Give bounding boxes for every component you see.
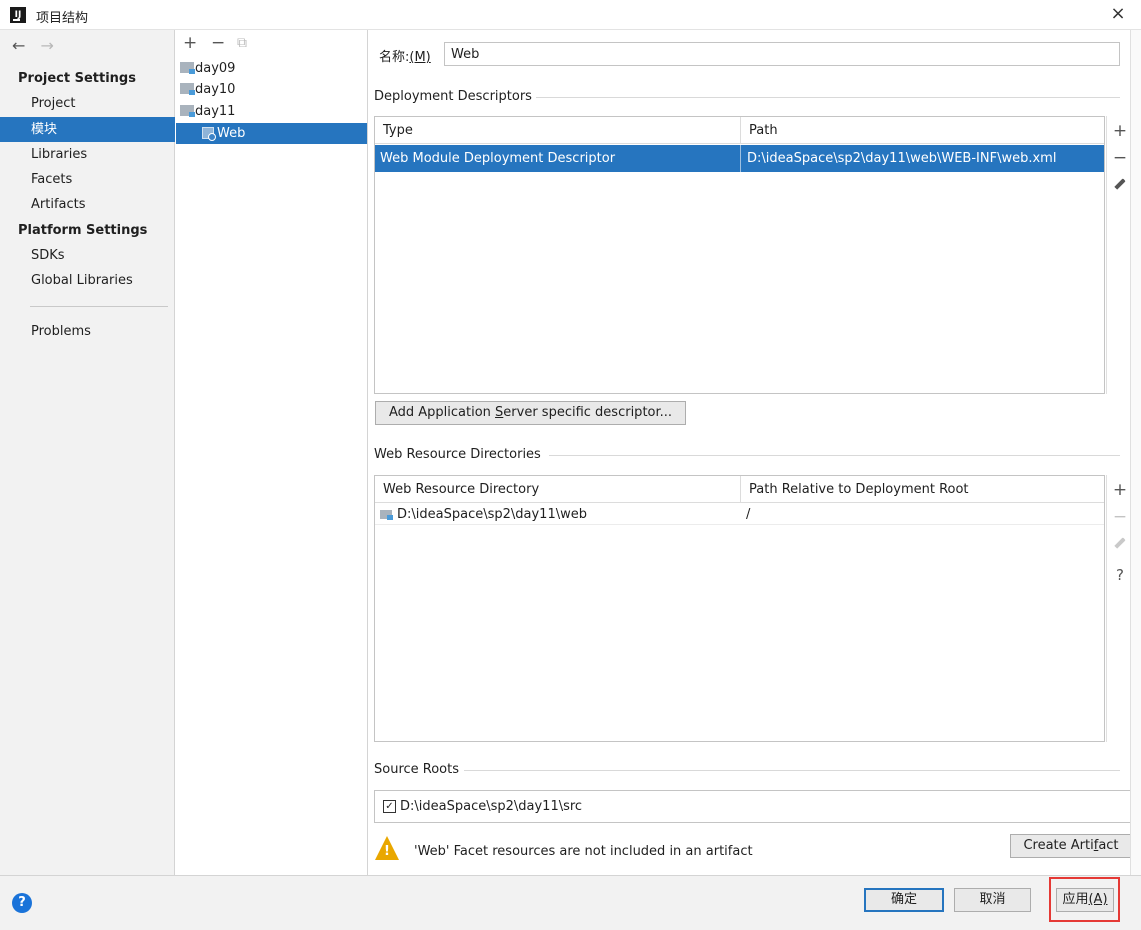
name-input[interactable] [444,42,1120,66]
descriptor-type-cell: Web Module Deployment Descriptor [380,151,616,166]
column-header-relative-path[interactable]: Path Relative to Deployment Root [740,476,1104,503]
sidebar-item-problems[interactable]: Problems [0,319,175,344]
column-header-web-resource-directory[interactable]: Web Resource Directory [375,476,740,503]
source-roots-list: ✓ D:\ideaSpace\sp2\day11\src [374,790,1132,823]
window-title: 项目结构 [36,11,89,26]
deployment-toolbar: + − [1106,116,1132,394]
dialog-footer: ? 确定 取消 应用(A) [0,875,1141,930]
table-row[interactable]: D:\ideaSpace\sp2\day11\web / [375,504,1104,525]
module-tree-panel: + − ⧉ day09 day10 day11 Web [175,30,368,875]
section-divider [464,770,1120,771]
apply-highlight-box [1049,877,1120,922]
navigation-arrows: ← → [12,36,64,55]
web-resource-toolbar: + − ? [1106,475,1132,742]
sidebar-item-modules[interactable]: 模块 [0,117,175,142]
deployment-descriptors-title: Deployment Descriptors [374,89,532,104]
sidebar-divider [30,306,168,307]
section-divider [549,455,1120,456]
sidebar-item-libraries[interactable]: Libraries [0,142,175,167]
warning-exclamation: ! [384,844,390,859]
web-facet-icon [202,127,216,141]
table-header: Type Path [375,117,1104,144]
tree-toolbar: + − ⧉ [175,30,368,56]
tree-item-day11[interactable]: day11 [180,101,235,122]
descriptor-path-cell: D:\ideaSpace\sp2\day11\web\WEB-INF\web.x… [740,145,1104,172]
tree-item-label: day11 [195,104,236,119]
tree-item-web-facet[interactable]: Web [176,123,367,144]
sidebar-item-artifacts[interactable]: Artifacts [0,192,175,217]
sidebar-item-project[interactable]: Project [0,91,175,116]
background-window-edge [1130,30,1141,875]
create-artifact-button[interactable]: Create Artifact [1010,834,1132,858]
sidebar-item-sdks[interactable]: SDKs [0,243,175,268]
help-icon[interactable]: ? [12,893,32,913]
source-roots-title: Source Roots [374,762,460,777]
sidebar-item-global-libraries[interactable]: Global Libraries [0,268,175,293]
column-header-type[interactable]: Type [375,117,740,144]
close-button[interactable]: × [1095,0,1141,30]
tree-item-label: day09 [195,61,236,76]
remove-icon[interactable]: − [211,33,225,53]
tree-item-day10[interactable]: day10 [180,79,235,100]
warning-message: 'Web' Facet resources are not included i… [414,844,753,859]
ok-button[interactable]: 确定 [864,888,944,912]
facet-settings-panel: 名称:(M) Deployment Descriptors Type Path … [369,30,1141,875]
web-resource-directories-title: Web Resource Directories [374,447,541,462]
deployment-descriptors-table: Type Path Web Module Deployment Descript… [374,116,1105,394]
module-folder-icon [180,62,195,74]
forward-arrow-icon[interactable]: → [41,36,54,55]
source-root-path: D:\ideaSpace\sp2\day11\src [400,799,583,814]
pencil-icon [1114,537,1126,549]
web-resource-directory-cell: D:\ideaSpace\sp2\day11\web [375,504,740,525]
cancel-button[interactable]: 取消 [954,888,1031,912]
back-arrow-icon[interactable]: ← [12,36,25,55]
pencil-icon [1114,178,1126,190]
tree-item-label: Web [217,126,246,141]
platform-settings-heading: Platform Settings [18,223,148,238]
section-divider [536,97,1120,98]
table-header: Web Resource Directory Path Relative to … [375,476,1104,503]
module-folder-icon [180,83,195,95]
column-header-path[interactable]: Path [740,117,1104,144]
title-bar: IJ 项目结构 × [0,0,1141,30]
module-folder-icon [180,105,195,117]
web-resource-table: Web Resource Directory Path Relative to … [374,475,1105,742]
name-label: 名称:(M) [379,50,431,65]
relative-path-cell: / [746,507,751,522]
source-root-checkbox[interactable]: ✓ [383,800,396,813]
tree-item-day09[interactable]: day09 [180,58,235,79]
settings-sidebar: ← → Project Settings Project 模块 Librarie… [0,30,175,875]
intellij-app-icon: IJ [10,7,26,23]
add-icon[interactable]: + [183,33,197,53]
copy-icon[interactable]: ⧉ [237,35,247,51]
tree-item-label: day10 [195,82,236,97]
web-folder-icon [380,510,393,520]
table-row[interactable]: Web Module Deployment Descriptor D:\idea… [375,145,1104,172]
add-server-descriptor-button[interactable]: Add Application Server specific descript… [375,401,686,425]
sidebar-item-facets[interactable]: Facets [0,167,175,192]
project-settings-heading: Project Settings [18,71,136,86]
